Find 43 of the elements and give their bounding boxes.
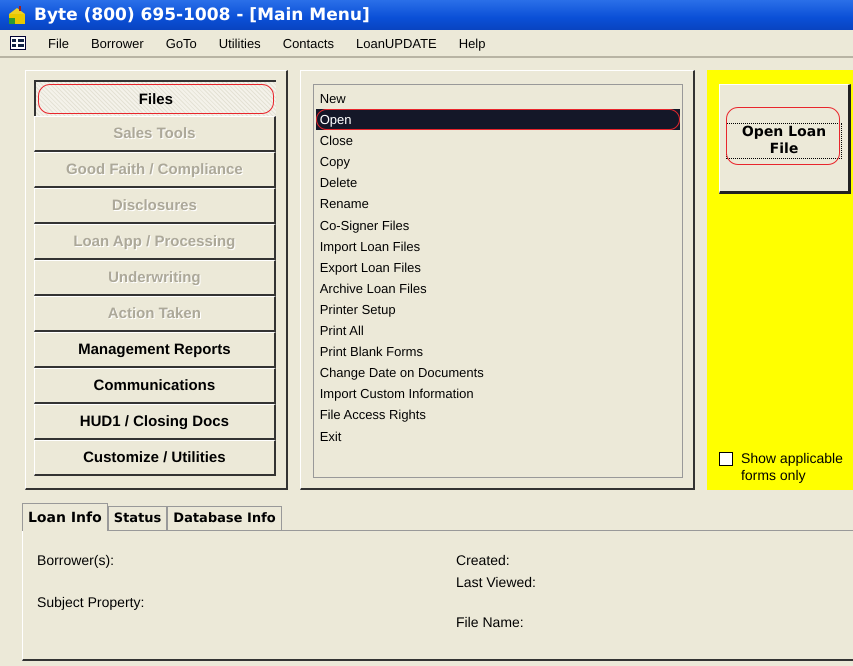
tab[interactable]: Loan Info: [22, 503, 108, 531]
list-item[interactable]: Close: [316, 130, 680, 152]
menu-item[interactable]: File: [48, 36, 69, 50]
menu-item[interactable]: GoTo: [166, 36, 197, 50]
menu-item[interactable]: Utilities: [218, 36, 261, 50]
list-item[interactable]: Delete: [316, 172, 680, 194]
list-item[interactable]: Import Custom Information: [316, 383, 680, 404]
tab[interactable]: Database Info: [167, 506, 282, 530]
list-item[interactable]: Copy: [316, 151, 680, 172]
list-item[interactable]: File Access Rights: [316, 404, 680, 426]
menu-item[interactable]: LoanUPDATE: [356, 36, 437, 50]
section-button[interactable]: HUD1 / Closing Docs: [34, 404, 276, 440]
open-loan-file-button[interactable]: Open Loan File: [719, 84, 851, 194]
list-item[interactable]: Exit: [316, 426, 680, 447]
app-icon: [8, 5, 28, 25]
field-label: File Name:: [456, 613, 525, 632]
field-label: Created:: [456, 551, 511, 570]
list-item[interactable]: Printer Setup: [316, 298, 680, 320]
section-button[interactable]: Management Reports: [34, 332, 276, 368]
menu-item[interactable]: Help: [458, 36, 486, 50]
section-button[interactable]: Files: [34, 80, 276, 116]
list-item[interactable]: Archive Loan Files: [316, 278, 680, 299]
list-item[interactable]: Open: [316, 109, 680, 130]
window-title: Byte (800) 695-1008 - [Main Menu]: [34, 5, 370, 25]
checkbox-label: Show applicable forms only: [741, 450, 844, 484]
list-item[interactable]: Change Date on Documents: [316, 362, 680, 384]
menu-item[interactable]: Borrower: [90, 36, 144, 50]
tab[interactable]: Status: [108, 506, 168, 530]
list-item[interactable]: Co-Signer Files: [316, 214, 680, 236]
list-item[interactable]: Print All: [316, 320, 680, 342]
field-label: Borrower(s):: [37, 551, 116, 570]
section-button[interactable]: Customize / Utilities: [34, 440, 276, 476]
field-label: Subject Property:: [37, 593, 146, 612]
section-button[interactable]: Communications: [34, 368, 276, 404]
list-item[interactable]: Export Loan Files: [316, 256, 680, 278]
window-menu-icon[interactable]: [10, 36, 26, 50]
field-label: Last Viewed:: [456, 573, 537, 592]
checkbox[interactable]: [719, 452, 733, 466]
list-item[interactable]: Print Blank Forms: [316, 341, 680, 362]
list-item[interactable]: Import Loan Files: [316, 236, 680, 257]
menu-item[interactable]: Contacts: [282, 36, 334, 50]
list-item[interactable]: Rename: [316, 193, 680, 215]
list-item[interactable]: New: [316, 88, 680, 110]
